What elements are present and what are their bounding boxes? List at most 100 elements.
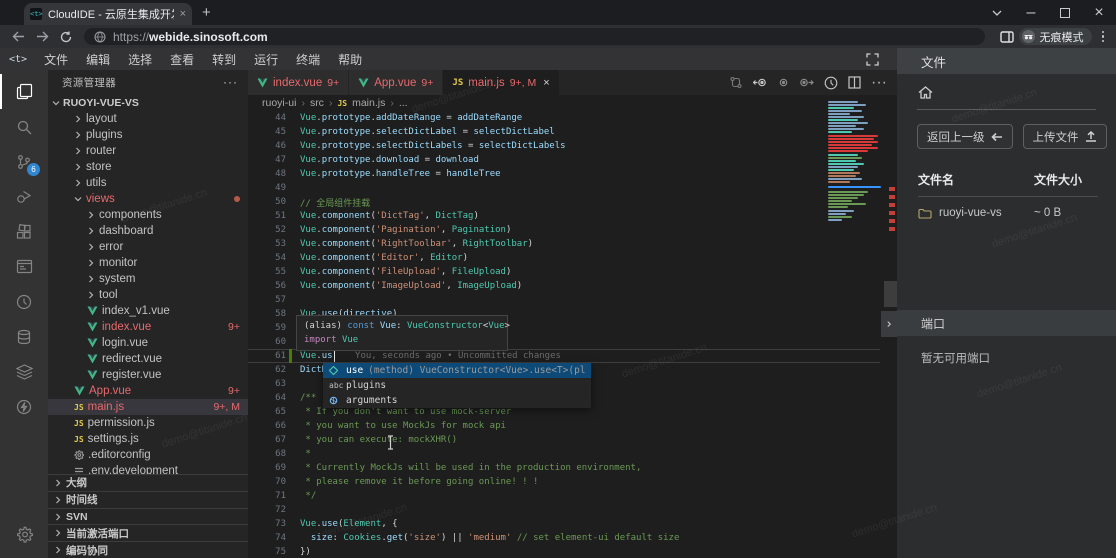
suggest-item-use[interactable]: use(method) VueConstructor<Vue>.use<T>(p…: [323, 363, 591, 378]
close-window-button[interactable]: ×: [1082, 0, 1116, 25]
menu-item-查看[interactable]: 查看: [161, 51, 203, 68]
tree-item-App.vue[interactable]: App.vue9+: [48, 383, 248, 399]
tree-item-plugins[interactable]: plugins: [48, 127, 248, 143]
explorer-icon[interactable]: [0, 74, 48, 109]
reload-icon[interactable]: [54, 27, 78, 47]
menu-item-帮助[interactable]: 帮助: [329, 51, 371, 68]
suggest-item-plugins[interactable]: abcplugins: [323, 378, 591, 393]
next-change-icon[interactable]: [799, 77, 814, 88]
sidebar-section-大纲[interactable]: 大纲: [48, 474, 248, 491]
home-icon[interactable]: [897, 74, 1116, 99]
source-control-icon[interactable]: 6: [0, 144, 48, 179]
breadcrumb-item[interactable]: ...: [399, 97, 408, 109]
editor-tab-index.vue[interactable]: index.vue9+: [248, 70, 348, 95]
suggest-item-arguments[interactable]: arguments: [323, 393, 591, 408]
sidebar-section-时间线[interactable]: 时间线: [48, 491, 248, 508]
tree-root-folder[interactable]: RUOYI-VUE-VS: [48, 94, 248, 111]
tree-item-index_v1.vue[interactable]: index_v1.vue: [48, 303, 248, 319]
explorer-more-actions-icon[interactable]: ···: [223, 75, 238, 89]
side-panel-icon[interactable]: [995, 27, 1019, 47]
layers-icon[interactable]: [0, 354, 48, 389]
tree-item-layout[interactable]: layout: [48, 111, 248, 127]
panel-expand-chevron[interactable]: ›: [881, 311, 897, 337]
code-area[interactable]: 44Vue.prototype.addDateRange = addDateRa…: [248, 111, 897, 558]
menu-item-运行[interactable]: 运行: [245, 51, 287, 68]
preview-window-icon[interactable]: [0, 249, 48, 284]
tree-item-settings.js[interactable]: JSsettings.js: [48, 431, 248, 447]
database-icon[interactable]: [0, 319, 48, 354]
tree-item-components[interactable]: components: [48, 207, 248, 223]
run-debug-icon[interactable]: [0, 179, 48, 214]
tree-item-monitor[interactable]: monitor: [48, 255, 248, 271]
menu-item-终端[interactable]: 终端: [287, 51, 329, 68]
tree-item-login.vue[interactable]: login.vue: [48, 335, 248, 351]
minimap[interactable]: [828, 101, 881, 246]
tab-search-chevron-icon[interactable]: [980, 0, 1014, 25]
activity-bar: 6: [0, 70, 48, 558]
tree-item-error[interactable]: error: [48, 239, 248, 255]
breadcrumb-item[interactable]: ruoyi-ui: [262, 97, 296, 109]
split-editor-icon[interactable]: [848, 76, 861, 89]
breadcrumb-item[interactable]: src: [310, 97, 324, 109]
tree-item-system[interactable]: system: [48, 271, 248, 287]
tree-item-tool[interactable]: tool: [48, 287, 248, 303]
extensions-icon[interactable]: [0, 214, 48, 249]
tree-item-.editorconfig[interactable]: .editorconfig: [48, 447, 248, 463]
vue-file-icon: [87, 354, 98, 364]
tree-item-redirect.vue[interactable]: redirect.vue: [48, 351, 248, 367]
tab-close-icon[interactable]: ×: [543, 77, 549, 89]
vue-file-icon: [87, 306, 98, 316]
editor-more-actions-icon[interactable]: ···: [871, 74, 887, 92]
new-tab-button[interactable]: +: [202, 4, 211, 22]
upload-file-button[interactable]: 上传文件: [1023, 124, 1107, 149]
tree-item-main.js[interactable]: JSmain.js9+, M: [48, 399, 248, 415]
sidebar-section-当前激活端口[interactable]: 当前激活端口: [48, 524, 248, 541]
tree-item-label: register.vue: [102, 369, 161, 381]
tree-item-dashboard[interactable]: dashboard: [48, 223, 248, 239]
editor-group: index.vue9+App.vue9+JSmain.js9+, M× ··· …: [248, 70, 897, 558]
forward-icon[interactable]: [30, 27, 54, 47]
editorconfig-gear-icon: [74, 450, 84, 460]
history-clock-icon[interactable]: [0, 284, 48, 319]
ports-section-header[interactable]: 端口: [897, 310, 1116, 336]
menu-item-文件[interactable]: 文件: [35, 51, 77, 68]
tree-item-utils[interactable]: utils: [48, 175, 248, 191]
menu-item-选择[interactable]: 选择: [119, 51, 161, 68]
browser-menu-icon[interactable]: [1102, 31, 1105, 43]
current-change-icon[interactable]: [778, 77, 789, 88]
tree-item-views[interactable]: views: [48, 191, 248, 207]
timeline-icon[interactable]: [824, 76, 838, 90]
tab-close-icon[interactable]: ×: [180, 8, 186, 20]
tree-item-label: monitor: [99, 257, 137, 269]
tree-item-router[interactable]: router: [48, 143, 248, 159]
tree-item-register.vue[interactable]: register.vue: [48, 367, 248, 383]
upload-file-label: 上传文件: [1033, 129, 1079, 145]
tree-item-store[interactable]: store: [48, 159, 248, 175]
editor-tab-main.js[interactable]: JSmain.js9+, M×: [443, 70, 558, 95]
maximize-button[interactable]: [1048, 0, 1082, 25]
tree-item-permission.js[interactable]: JSpermission.js: [48, 415, 248, 431]
back-icon[interactable]: [6, 27, 30, 47]
search-icon[interactable]: [0, 109, 48, 144]
previous-change-icon[interactable]: [753, 77, 768, 88]
back-parent-label: 返回上一级: [927, 129, 985, 145]
tree-item-label: system: [99, 273, 135, 285]
fullscreen-icon[interactable]: [866, 53, 879, 66]
editor-scrollbar[interactable]: [884, 281, 897, 307]
settings-gear-icon[interactable]: [0, 517, 48, 552]
site-info-globe-icon[interactable]: [94, 31, 106, 43]
sidebar-section-SVN[interactable]: SVN: [48, 508, 248, 525]
back-parent-button[interactable]: 返回上一级: [917, 124, 1013, 149]
breadcrumb-item[interactable]: main.js: [352, 97, 385, 109]
browser-tab[interactable]: <t> CloudIDE - 云原生集成开发环境 ×: [24, 3, 192, 25]
open-changes-icon[interactable]: [729, 76, 743, 89]
menu-item-编辑[interactable]: 编辑: [77, 51, 119, 68]
tree-item-index.vue[interactable]: index.vue9+: [48, 319, 248, 335]
file-row-ruoyi-vue-vs[interactable]: ruoyi-vue-vs~ 0 B: [918, 207, 1098, 219]
address-bar[interactable]: https:// webide.sinosoft.com: [84, 28, 985, 45]
editor-tab-App.vue[interactable]: App.vue9+: [349, 70, 442, 95]
power-lightning-icon[interactable]: [0, 389, 48, 424]
sidebar-section-编码协同[interactable]: 编码协同: [48, 541, 248, 558]
minimize-button[interactable]: –: [1014, 0, 1048, 25]
menu-item-转到[interactable]: 转到: [203, 51, 245, 68]
